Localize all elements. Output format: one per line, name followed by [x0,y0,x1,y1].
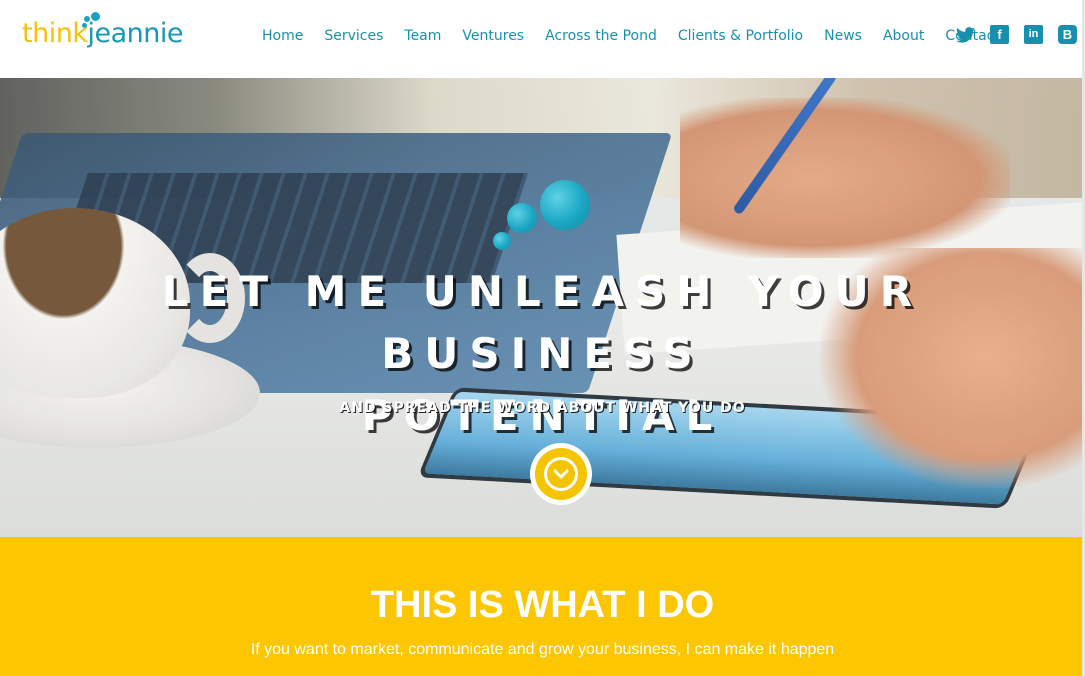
nav-across-the-pond[interactable]: Across the Pond [545,28,657,44]
hero-title: LET ME UNLEASH YOUR BUSINESS POTENTIAL [0,261,1085,447]
linkedin-icon-box: in [1024,25,1043,44]
nav-news[interactable]: News [824,28,862,44]
nav-team[interactable]: Team [404,28,441,44]
linkedin-icon[interactable]: in [1024,25,1043,44]
chevron-down-icon [553,469,569,479]
hero-subtitle: AND SPREAD THE WORD ABOUT WHAT YOU DO [339,400,746,416]
bubble-icon-medium [507,203,537,233]
nav-services[interactable]: Services [324,28,383,44]
what-i-do-title: THIS IS WHAT I DO [370,584,715,626]
site-header: thinkjeannie Home Services Team Ventures… [0,0,1085,78]
bubble-icon-large [540,180,590,230]
hero-section: LET ME UNLEASH YOUR BUSINESS POTENTIAL A… [0,78,1085,537]
logo-jeannie: jeannie [87,18,183,49]
twitter-icon[interactable] [956,25,975,44]
what-i-do-text: If you want to market, communicate and g… [250,641,835,658]
facebook-icon-box: f [990,25,1009,44]
nav-ventures[interactable]: Ventures [462,28,524,44]
facebook-icon[interactable]: f [990,25,1009,44]
nav-home[interactable]: Home [262,28,303,44]
site-logo[interactable]: thinkjeannie [22,12,192,52]
logo-think: think [22,18,88,49]
nav-about[interactable]: About [883,28,924,44]
main-nav: Home Services Team Ventures Across the P… [262,26,1021,46]
hero-title-line1: LET ME UNLEASH YOUR BUSINESS [161,267,924,378]
nav-clients-portfolio[interactable]: Clients & Portfolio [678,28,803,44]
scroll-down-button[interactable] [530,443,592,505]
logo-text: thinkjeannie [22,18,183,50]
bubble-icon-small [493,232,511,250]
what-i-do-section: THIS IS WHAT I DO If you want to market,… [0,537,1085,676]
twitter-icon-graphic [956,26,975,43]
scroll-down-button-fill [535,448,587,500]
blogger-icon[interactable]: B [1058,25,1077,44]
blogger-icon-box: B [1058,25,1077,44]
scroll-down-button-ring [544,457,578,491]
